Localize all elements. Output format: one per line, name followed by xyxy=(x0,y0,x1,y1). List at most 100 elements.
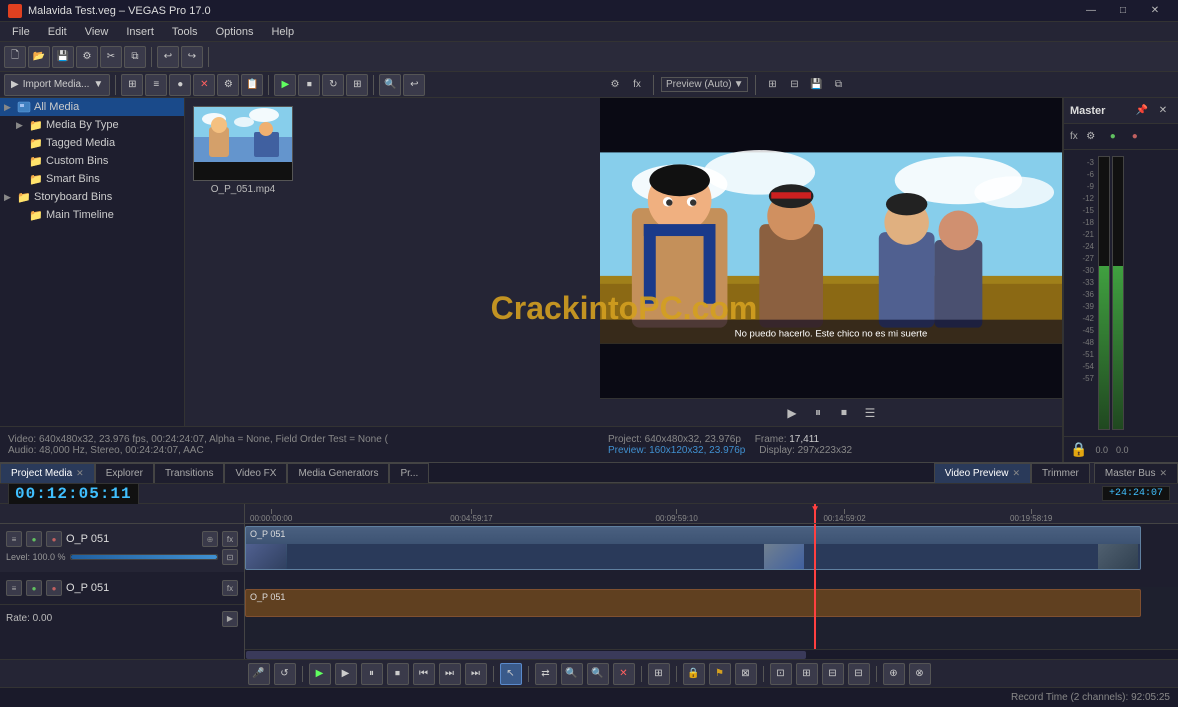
region-btn[interactable]: ⊠ xyxy=(735,663,757,685)
close-trans-btn[interactable]: ✕ xyxy=(613,663,635,685)
tab-trimmer[interactable]: Trimmer xyxy=(1031,463,1090,483)
preview-dropdown[interactable]: Preview (Auto) ▼ xyxy=(661,77,748,92)
vp-tab-close[interactable]: ✕ xyxy=(1012,468,1020,479)
loop-region-btn[interactable]: ⇄ xyxy=(535,663,557,685)
cmd2-btn[interactable]: ⊞ xyxy=(796,663,818,685)
transport-play-btn[interactable]: ▶ xyxy=(309,663,331,685)
record-btn[interactable]: ⊕ xyxy=(883,663,905,685)
view-btn-1[interactable]: ⊞ xyxy=(121,74,143,96)
zoom-btn[interactable]: 🔍 xyxy=(379,74,401,96)
play-btn[interactable]: ▶ xyxy=(274,74,296,96)
tab-video-preview[interactable]: Video Preview ✕ xyxy=(934,463,1031,483)
snap-btn[interactable]: ⊞ xyxy=(648,663,670,685)
track-icon2[interactable]: ● xyxy=(46,531,62,547)
transport-pause-btn[interactable]: ⏸ xyxy=(361,663,383,685)
new-btn[interactable]: 🗋 xyxy=(4,46,26,68)
preview-copy-btn[interactable]: ⧉ xyxy=(829,76,847,94)
view-btn-2[interactable]: ≡ xyxy=(145,74,167,96)
tab-transitions[interactable]: Transitions xyxy=(154,463,225,483)
tab-video-fx[interactable]: Video FX xyxy=(224,463,287,483)
track-icon1[interactable]: ● xyxy=(26,531,42,547)
scroll-right-btn[interactable]: ▶ xyxy=(222,611,238,627)
marker-btn[interactable]: ⚑ xyxy=(709,663,731,685)
transport-next-btn[interactable]: ⏭ xyxy=(439,663,461,685)
mb-tab-close[interactable]: ✕ xyxy=(1159,468,1167,479)
script-btn[interactable]: 📋 xyxy=(241,74,263,96)
tree-item-storyboard-bins[interactable]: ▶ 📁 Storyboard Bins xyxy=(0,188,184,206)
open-btn[interactable]: 📂 xyxy=(28,46,50,68)
master-icon2[interactable]: ● xyxy=(1126,128,1144,146)
play-preview-btn[interactable]: ▶ xyxy=(783,404,801,422)
scrollbar-thumb[interactable] xyxy=(246,651,806,659)
menu-edit[interactable]: Edit xyxy=(40,25,75,39)
tab-pr[interactable]: Pr... xyxy=(389,463,429,483)
tree-item-custom-bins[interactable]: 📁 Custom Bins xyxy=(0,152,184,170)
capture-btn[interactable]: ● xyxy=(169,74,191,96)
audio-menu-btn[interactable]: ≡ xyxy=(6,580,22,596)
tree-item-smart-bins[interactable]: 📁 Smart Bins xyxy=(0,170,184,188)
close-button[interactable]: ✕ xyxy=(1140,2,1170,20)
master-pin-btn[interactable]: 📌 xyxy=(1133,102,1151,120)
audio-icon2[interactable]: ● xyxy=(46,580,62,596)
audio-fx-btn[interactable]: fx xyxy=(222,580,238,596)
cmd3-btn[interactable]: ⊟ xyxy=(822,663,844,685)
transport-stop-btn[interactable]: ⏹ xyxy=(387,663,409,685)
tab-media-generators[interactable]: Media Generators xyxy=(287,463,389,483)
pause-preview-btn[interactable]: ⏸ xyxy=(809,404,827,422)
tab-explorer[interactable]: Explorer xyxy=(95,463,154,483)
transport-play2-btn[interactable]: ▶ xyxy=(335,663,357,685)
minimize-button[interactable]: — xyxy=(1076,2,1106,20)
lock-btn[interactable]: 🔒 xyxy=(683,663,705,685)
transport-ff-btn[interactable]: ⏭ xyxy=(465,663,487,685)
menu-file[interactable]: File xyxy=(4,25,38,39)
video-clip-main[interactable]: O_P 051 xyxy=(245,526,1141,570)
props-btn[interactable]: ⚙ xyxy=(217,74,239,96)
delete-btn[interactable]: ✕ xyxy=(193,74,215,96)
level-max-btn[interactable]: ⊡ xyxy=(222,549,238,565)
tab-master-bus[interactable]: Master Bus ✕ xyxy=(1094,463,1178,483)
tree-item-main-timeline[interactable]: 📁 Main Timeline xyxy=(0,206,184,224)
pm-tab-close[interactable]: ✕ xyxy=(76,468,84,479)
zoom-out-btn[interactable]: 🔍 xyxy=(587,663,609,685)
cmd4-btn[interactable]: ⊟ xyxy=(848,663,870,685)
preview-settings-btn[interactable]: ⚙ xyxy=(606,76,624,94)
cursor-btn[interactable]: ↖ xyxy=(500,663,522,685)
media-thumbnail-051[interactable]: O_P_051.mp4 xyxy=(193,106,293,195)
mic-btn[interactable]: 🎤 xyxy=(248,663,270,685)
track-menu-btn[interactable]: ≡ xyxy=(6,531,22,547)
loop-btn[interactable]: ↻ xyxy=(322,74,344,96)
grid-btn[interactable]: ⊞ xyxy=(346,74,368,96)
timeline-scrollbar[interactable] xyxy=(245,649,1178,659)
copy-btn[interactable]: ⧉ xyxy=(124,46,146,68)
menu-options[interactable]: Options xyxy=(208,25,262,39)
master-close-btn[interactable]: ✕ xyxy=(1154,102,1172,120)
undo2-btn[interactable]: ↩ xyxy=(403,74,425,96)
menu-tools[interactable]: Tools xyxy=(164,25,206,39)
menu-view[interactable]: View xyxy=(77,25,117,39)
cut-btn[interactable]: ✂ xyxy=(100,46,122,68)
audio-clip-main[interactable]: O_P 051 xyxy=(245,589,1141,617)
transport-prev-btn[interactable]: ⏮ xyxy=(413,663,435,685)
lock-icon[interactable]: 🔒 xyxy=(1070,441,1087,458)
import-dropdown-icon[interactable]: ▼ xyxy=(93,79,103,90)
preview-snap-btn[interactable]: ⊟ xyxy=(785,76,803,94)
stop-btn[interactable]: ⏹ xyxy=(298,74,320,96)
zoom-in-btn[interactable]: 🔍 xyxy=(561,663,583,685)
preview-grid-btn[interactable]: ⊞ xyxy=(763,76,781,94)
menu-insert[interactable]: Insert xyxy=(118,25,162,39)
menu-help[interactable]: Help xyxy=(263,25,302,39)
master-icon1[interactable]: ● xyxy=(1104,128,1122,146)
undo-btn[interactable]: ↩ xyxy=(157,46,179,68)
tree-item-media-by-type[interactable]: ▶ 📁 Media By Type xyxy=(0,116,184,134)
maximize-button[interactable]: □ xyxy=(1108,2,1138,20)
loop-preview-btn[interactable]: ☰ xyxy=(861,404,879,422)
preview-fx-btn[interactable]: fx xyxy=(628,76,646,94)
import-media-btn[interactable]: ▶ Import Media... ▼ xyxy=(4,74,110,96)
track-fx-btn[interactable]: fx xyxy=(222,531,238,547)
cmd1-btn[interactable]: ⊡ xyxy=(770,663,792,685)
settings-btn[interactable]: ⚙ xyxy=(76,46,98,68)
tab-project-media[interactable]: Project Media ✕ xyxy=(0,463,95,483)
tree-item-tagged-media[interactable]: 📁 Tagged Media xyxy=(0,134,184,152)
audio-icon1[interactable]: ● xyxy=(26,580,42,596)
out-btn[interactable]: ⊗ xyxy=(909,663,931,685)
